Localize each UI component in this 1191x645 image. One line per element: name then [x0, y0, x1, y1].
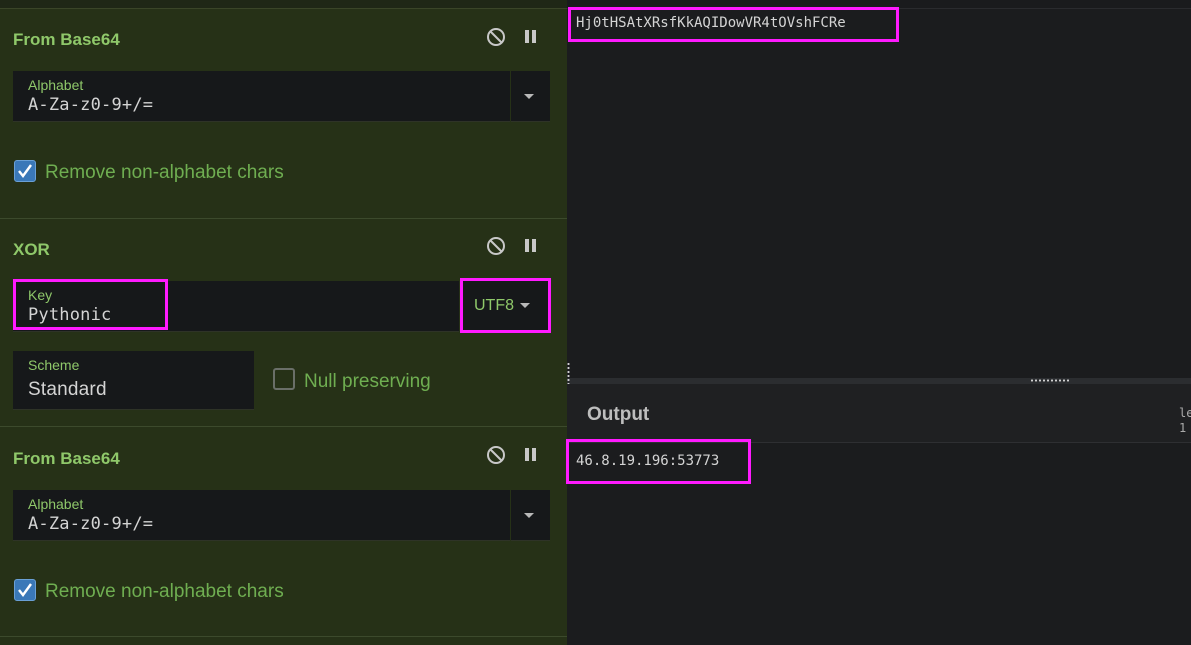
operation-divider [0, 218, 567, 219]
scheme-value: Standard [28, 379, 107, 400]
operation-divider [0, 636, 567, 637]
operation-title: XOR [13, 240, 50, 259]
disable-icon[interactable] [486, 445, 506, 465]
check-icon [18, 583, 32, 597]
pause-icon[interactable] [522, 236, 542, 256]
output-title: Output [587, 404, 650, 425]
alphabet-label: Alphabet [28, 496, 84, 512]
pause-icon[interactable] [522, 445, 542, 465]
pause-icon[interactable] [522, 27, 542, 47]
operation-divider [0, 426, 567, 427]
encoding-value: UTF8 [474, 297, 514, 314]
alphabet-dropdown[interactable] [511, 71, 550, 122]
drag-handle-icon[interactable] [1030, 379, 1070, 382]
operation-title: From Base64 [13, 30, 120, 49]
operation-title: From Base64 [13, 449, 120, 468]
chevron-down-icon [520, 303, 530, 308]
remove-nonalphabet-label[interactable]: Remove non-alphabet chars [45, 581, 284, 603]
input-top-border [567, 0, 1191, 9]
input-text[interactable]: Hj0tHSAtXRsfKkAQIDowVR4tOVshFCRe [576, 15, 846, 31]
disable-icon[interactable] [486, 236, 506, 256]
scheme-label: Scheme [28, 357, 80, 373]
key-label: Key [28, 287, 53, 303]
scheme-select[interactable]: Scheme Standard [13, 351, 254, 410]
alphabet-dropdown[interactable] [511, 490, 550, 541]
remove-nonalphabet-checkbox[interactable] [14, 579, 36, 601]
output-text[interactable]: 46.8.19.196:53773 [576, 453, 719, 469]
alphabet-value: A-Za-z0-9+/= [28, 95, 154, 115]
alphabet-value: A-Za-z0-9+/= [28, 514, 154, 534]
alphabet-label: Alphabet [28, 77, 84, 93]
chevron-down-icon [524, 94, 534, 99]
alphabet-field[interactable]: Alphabet A-Za-z0-9+/= [13, 71, 510, 122]
key-field[interactable]: Key Pythonic [13, 281, 459, 332]
output-meta-line: 1 [1179, 421, 1187, 435]
remove-nonalphabet-checkbox[interactable] [14, 160, 36, 182]
null-preserving-label[interactable]: Null preserving [304, 371, 431, 393]
output-header [567, 384, 1191, 443]
null-preserving-checkbox[interactable] [273, 368, 295, 390]
key-encoding-dropdown[interactable]: UTF8 [460, 281, 550, 332]
key-value: Pythonic [28, 305, 112, 325]
input-panel[interactable] [567, 0, 1191, 378]
check-icon [18, 164, 32, 178]
recipe-top-border [0, 0, 567, 9]
alphabet-field[interactable]: Alphabet A-Za-z0-9+/= [13, 490, 510, 541]
disable-icon[interactable] [486, 27, 506, 47]
output-meta: le 1 [1179, 406, 1191, 436]
remove-nonalphabet-label[interactable]: Remove non-alphabet chars [45, 162, 284, 184]
output-meta-line: le [1179, 406, 1191, 420]
chevron-down-icon [524, 513, 534, 518]
